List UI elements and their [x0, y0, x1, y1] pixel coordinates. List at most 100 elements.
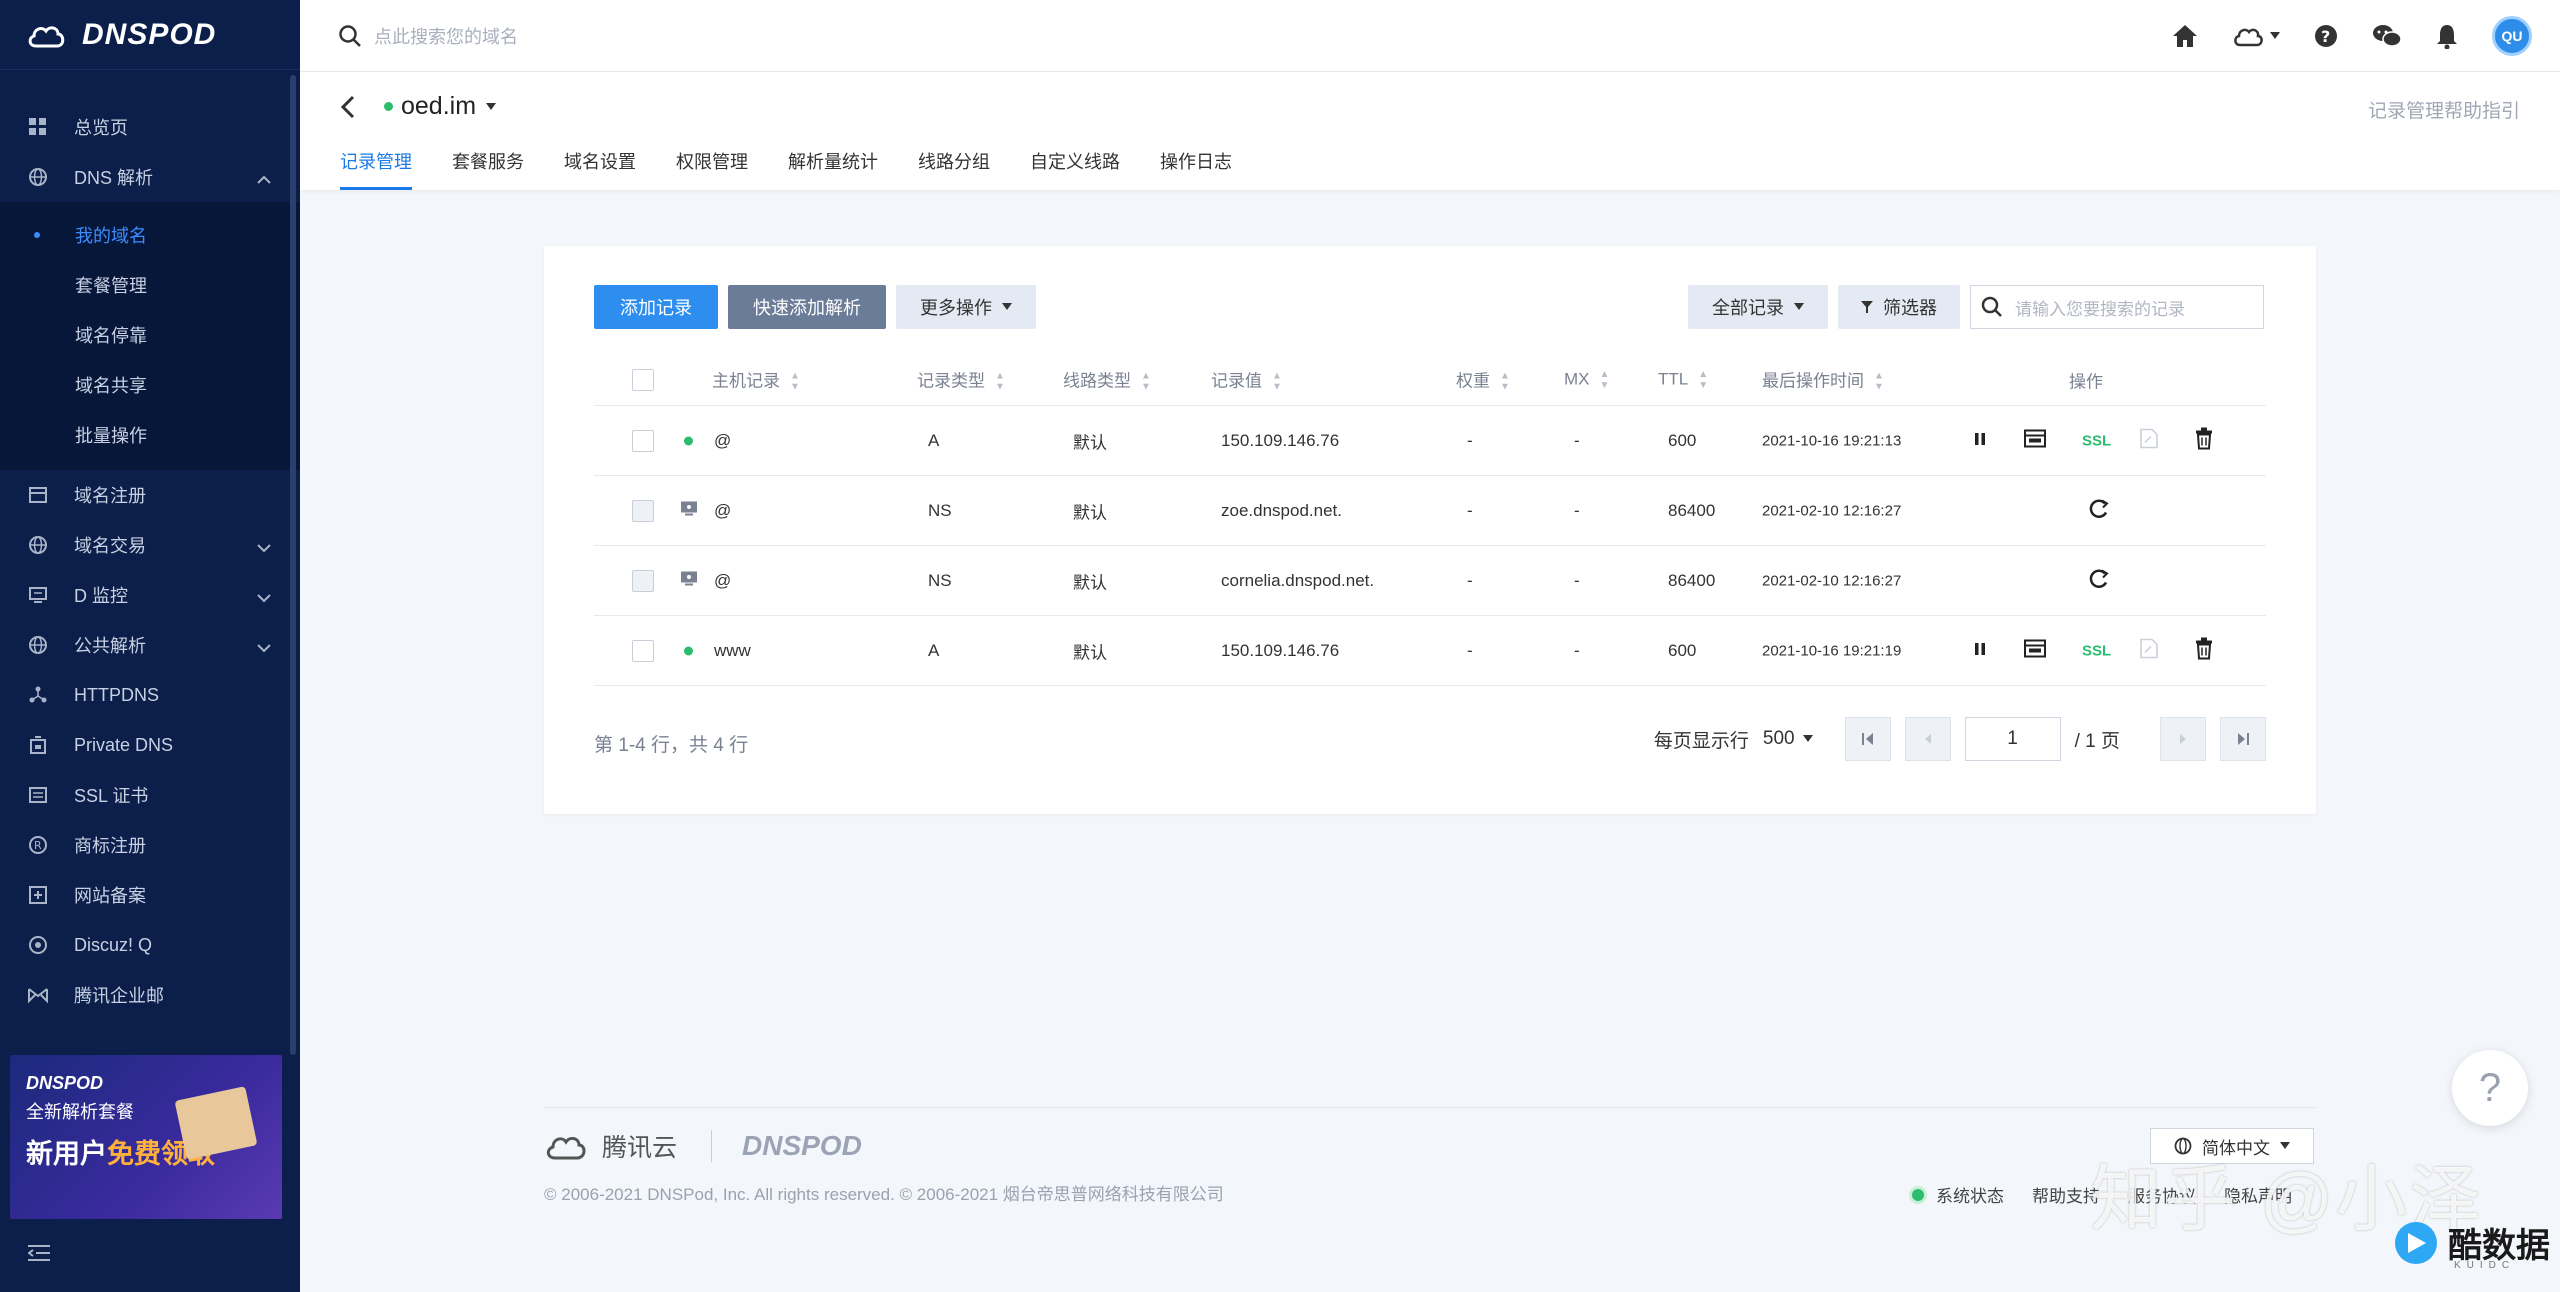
sidebar-scrollbar[interactable]	[290, 75, 296, 1055]
delete-icon[interactable]	[2194, 637, 2214, 664]
sidebar-item-packages[interactable]: 套餐管理	[0, 260, 300, 310]
header-line[interactable]: 线路类型 ▲ ▼	[1063, 366, 1151, 393]
per-page-select[interactable]: 500	[1763, 728, 1813, 750]
next-page-button[interactable]	[2160, 717, 2206, 761]
all-records-dropdown[interactable]: 全部记录	[1688, 285, 1828, 329]
cell-line: 默认	[1073, 433, 1107, 452]
records-card: 添加记录 快速添加解析 更多操作 全部记录 筛选器 请输入您要搜索的记录 主机记…	[544, 246, 2316, 814]
table-header: 主机记录 ▲ ▼ 记录类型 ▲ ▼ 线路类型 ▲ ▼ 记录值 ▲ ▼ 权重 ▲ ▼ MX ▲ ▼ TTL…	[594, 354, 2266, 406]
floating-help-button[interactable]: ?	[2452, 1050, 2528, 1126]
sidebar-item-public-dns[interactable]: 公共解析	[0, 620, 300, 670]
tencent-cloud-name: 腾讯云	[602, 1134, 678, 1162]
sidebar-item-parking[interactable]: 域名停靠	[0, 310, 300, 360]
sidebar-item-exmail[interactable]: 腾讯企业邮	[0, 970, 300, 1020]
home-icon[interactable]	[2172, 24, 2198, 48]
sidebar-item-discuz[interactable]: Discuz! Q	[0, 920, 300, 970]
sidebar-item-ssl[interactable]: SSL 证书	[0, 770, 300, 820]
domain-search[interactable]: 点此搜索您的域名	[338, 23, 518, 49]
page-input[interactable]: 1	[1964, 717, 2061, 761]
sidebar-item-my-domains[interactable]: 我的域名	[0, 210, 300, 260]
sidebar-item-label: DNS 解析	[74, 168, 154, 188]
filter-icon	[1861, 301, 1873, 313]
avatar[interactable]: QU	[2492, 16, 2532, 56]
note-icon[interactable]	[2140, 428, 2158, 453]
header-ttl[interactable]: TTL ▲ ▼	[1658, 369, 1708, 391]
cell-mx: -	[1574, 500, 1580, 520]
header-value[interactable]: 记录值 ▲ ▼	[1211, 366, 1282, 393]
table-row[interactable]: www A 默认 150.109.146.76 - - 600 2021-10-…	[594, 616, 2266, 686]
record-search-input[interactable]: 请输入您要搜索的记录	[1970, 285, 2264, 329]
logo[interactable]: DNSPOD	[0, 0, 300, 70]
wechat-icon[interactable]	[2372, 23, 2402, 49]
note-icon[interactable]	[2140, 638, 2158, 663]
domain-name[interactable]: oed.im	[401, 92, 476, 121]
tab-line-groups[interactable]: 线路分组	[918, 148, 990, 190]
ssl-badge[interactable]: SSL	[2082, 642, 2111, 659]
table-row[interactable]: @ NS 默认 zoe.dnspod.net. - - 86400 2021-0…	[594, 476, 2266, 546]
tab-package-service[interactable]: 套餐服务	[452, 148, 524, 190]
help-guide-link[interactable]: 记录管理帮助指引	[2368, 96, 2520, 123]
refresh-icon[interactable]	[2088, 497, 2110, 524]
mail-icon	[28, 985, 48, 1005]
sidebar-item-sharing[interactable]: 域名共享	[0, 360, 300, 410]
system-status-link[interactable]: 系统状态	[1912, 1182, 2004, 1207]
header-host[interactable]: 主机记录 ▲ ▼	[712, 366, 800, 393]
banner-new-user: 新用户	[26, 1139, 107, 1169]
more-operations-button[interactable]: 更多操作	[896, 285, 1036, 329]
cloud-menu[interactable]	[2232, 25, 2280, 47]
filter-button[interactable]: 筛选器	[1838, 285, 1960, 329]
header-mx[interactable]: MX ▲ ▼	[1564, 369, 1609, 391]
tab-domain-settings[interactable]: 域名设置	[564, 148, 636, 190]
total-pages: / 1 页	[2074, 730, 2120, 752]
tab-operation-log[interactable]: 操作日志	[1160, 148, 1232, 190]
header-type[interactable]: 记录类型 ▲ ▼	[917, 366, 1005, 393]
sidebar-item-private-dns[interactable]: Private DNS	[0, 720, 300, 770]
header-value-label: 记录值	[1211, 371, 1262, 391]
tab-query-stats[interactable]: 解析量统计	[788, 148, 878, 190]
sidebar-item-domain-trade[interactable]: 域名交易	[0, 520, 300, 570]
cell-value: cornelia.dnspod.net.	[1221, 570, 1375, 590]
table-row[interactable]: @ NS 默认 cornelia.dnspod.net. - - 86400 2…	[594, 546, 2266, 616]
edit-record-icon[interactable]	[2024, 429, 2046, 452]
pause-icon[interactable]	[1974, 641, 1986, 661]
sidebar-item-overview[interactable]: 总览页	[0, 102, 300, 152]
prev-page-button[interactable]	[1904, 717, 1951, 761]
sidebar-item-d-monitor[interactable]: D 监控	[0, 570, 300, 620]
certificate-icon	[28, 785, 48, 805]
first-page-button[interactable]	[1844, 717, 1891, 761]
bell-icon[interactable]	[2436, 23, 2458, 49]
refresh-icon[interactable]	[2088, 567, 2110, 594]
header-ttl-label: TTL	[1658, 368, 1689, 388]
delete-icon[interactable]	[2194, 427, 2214, 454]
back-arrow-icon[interactable]	[340, 95, 356, 119]
sidebar-item-batch[interactable]: 批量操作	[0, 410, 300, 460]
help-icon[interactable]: ?	[2314, 24, 2338, 48]
sidebar-item-label: 总览页	[74, 118, 128, 138]
tab-custom-lines[interactable]: 自定义线路	[1030, 148, 1120, 190]
promo-banner[interactable]: DNSPOD 全新解析套餐 新用户免费领取	[10, 1055, 282, 1219]
sidebar-item-httpdns[interactable]: HTTPDNS	[0, 670, 300, 720]
caret-down-icon[interactable]	[486, 102, 497, 111]
cell-time: 2021-10-16 19:21:19	[1762, 642, 1902, 659]
search-icon	[1981, 296, 2002, 317]
tab-record-management[interactable]: 记录管理	[340, 148, 412, 190]
sidebar-item-icp[interactable]: 网站备案	[0, 870, 300, 920]
select-all-checkbox[interactable]	[632, 368, 654, 391]
row-checkbox[interactable]	[632, 429, 654, 452]
cell-time: 2021-10-16 19:21:13	[1762, 432, 1902, 449]
tab-permissions[interactable]: 权限管理	[676, 148, 748, 190]
quick-add-button[interactable]: 快速添加解析	[728, 285, 886, 329]
sidebar-item-domain-register[interactable]: 域名注册	[0, 470, 300, 520]
sidebar-item-dns[interactable]: DNS 解析	[0, 152, 300, 202]
table-row[interactable]: @ A 默认 150.109.146.76 - - 600 2021-10-16…	[594, 406, 2266, 476]
add-record-button[interactable]: 添加记录	[594, 285, 718, 329]
last-page-button[interactable]	[2220, 717, 2266, 761]
sidebar-item-trademark[interactable]: R 商标注册	[0, 820, 300, 870]
header-time[interactable]: 最后操作时间 ▲ ▼	[1762, 366, 1884, 393]
edit-record-icon[interactable]	[2024, 639, 2046, 662]
pause-icon[interactable]	[1974, 431, 1986, 451]
collapse-menu-icon[interactable]	[27, 1244, 50, 1267]
row-checkbox[interactable]	[632, 639, 654, 662]
ssl-badge[interactable]: SSL	[2082, 432, 2111, 449]
header-weight[interactable]: 权重 ▲ ▼	[1456, 366, 1510, 393]
